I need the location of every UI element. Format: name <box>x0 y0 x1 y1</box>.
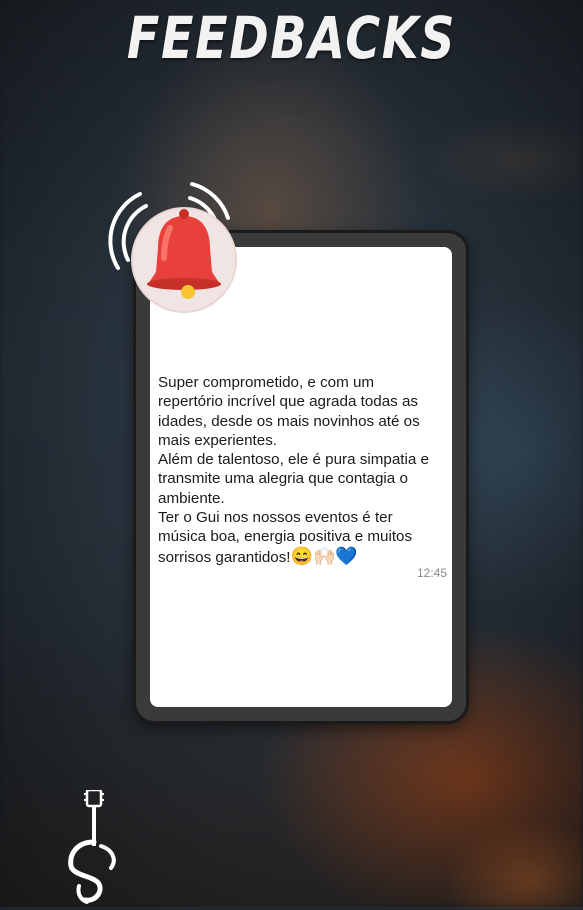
page-title: FEEDBACKS <box>126 4 457 72</box>
message-text: Super comprometido, e com um repertório … <box>158 374 430 566</box>
guitar-logo-icon <box>65 788 121 905</box>
bell-icon <box>100 176 240 316</box>
feedback-message: Super comprometido, e com um repertório … <box>158 373 440 567</box>
message-timestamp: 12:45 <box>416 566 447 580</box>
message-emojis: 😄🙌🏻💙 <box>290 545 358 566</box>
